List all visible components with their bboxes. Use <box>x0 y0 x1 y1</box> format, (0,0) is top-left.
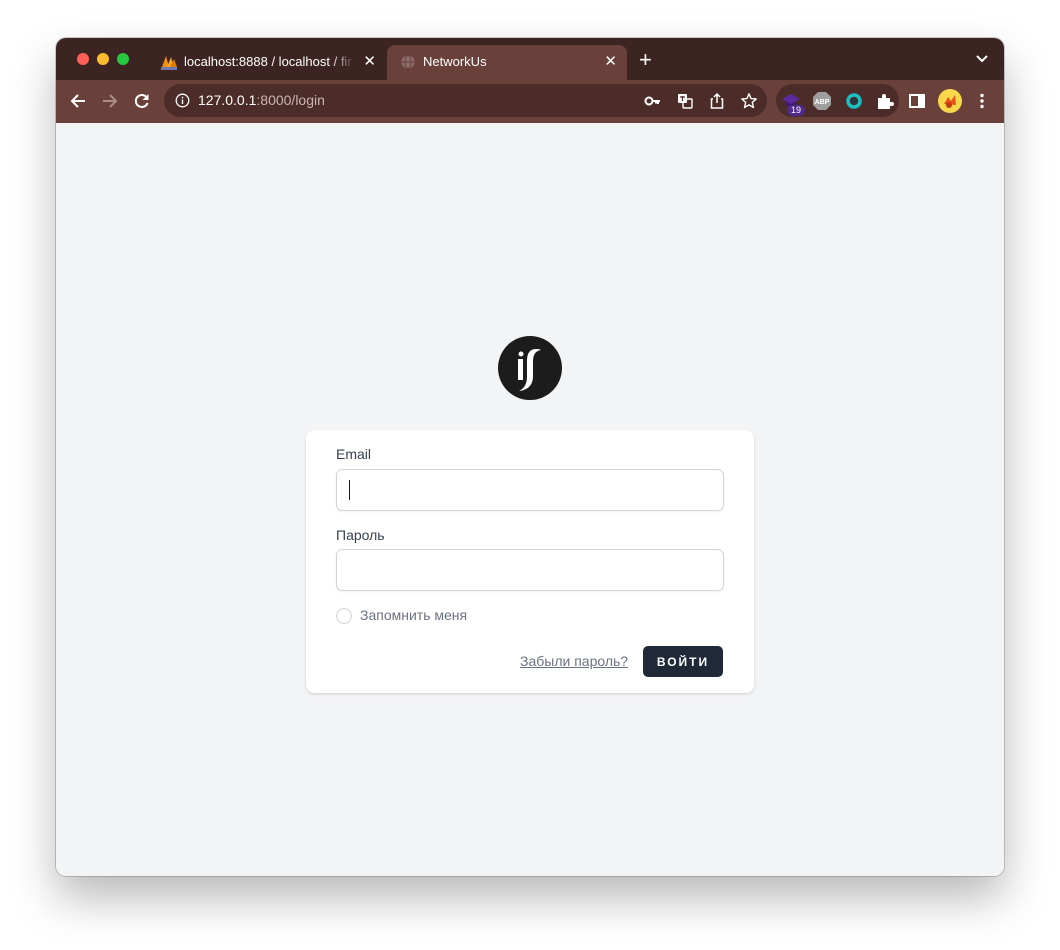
url-path: :8000/login <box>256 92 325 108</box>
share-icon[interactable] <box>708 92 726 110</box>
reload-icon[interactable] <box>132 91 152 111</box>
key-icon[interactable] <box>644 92 662 110</box>
translate-icon[interactable] <box>676 92 694 110</box>
zoom-window-button[interactable] <box>117 53 129 65</box>
forward-arrow-icon[interactable] <box>100 91 120 111</box>
globe-icon <box>401 55 415 69</box>
tab-strip: localhost:8888 / localhost / fir ✕ Netwo… <box>56 38 1004 80</box>
tab-search-chevron-icon[interactable] <box>976 54 988 64</box>
close-window-button[interactable] <box>77 53 89 65</box>
tab-phpmyadmin[interactable]: localhost:8888 / localhost / fir ✕ <box>154 45 386 80</box>
login-form: Email Пароль Запомнить меня Забыли парол… <box>306 430 754 693</box>
email-field[interactable] <box>336 469 724 511</box>
password-label: Пароль <box>336 527 385 543</box>
side-panel-icon[interactable] <box>908 92 926 110</box>
minimize-window-button[interactable] <box>97 53 109 65</box>
svg-text:ABP: ABP <box>815 99 830 106</box>
password-field[interactable] <box>336 549 724 591</box>
url-text: 127.0.0.1:8000/login <box>198 92 325 108</box>
puzzle-extensions-icon[interactable] <box>875 91 895 111</box>
remember-me-checkbox[interactable] <box>336 608 352 624</box>
bookmark-star-icon[interactable] <box>740 92 758 110</box>
address-bar[interactable]: 127.0.0.1:8000/login <box>164 84 767 117</box>
tab-close-icon[interactable]: ✕ <box>604 54 617 70</box>
url-host: 127.0.0.1 <box>198 92 257 108</box>
extension-badge: 19 <box>787 105 805 116</box>
adblock-plus-icon[interactable]: ABP <box>812 91 832 111</box>
ring-extension-icon[interactable] <box>844 91 864 111</box>
browser-window: localhost:8888 / localhost / fir ✕ Netwo… <box>56 38 1004 876</box>
text-caret <box>349 480 350 500</box>
phpmyadmin-icon <box>161 56 177 70</box>
back-arrow-icon[interactable] <box>68 91 88 111</box>
login-button[interactable]: ВОЙТИ <box>643 646 723 677</box>
profile-avatar[interactable] <box>938 89 962 113</box>
browser-toolbar: 127.0.0.1:8000/login ABP 19 <box>56 80 1004 123</box>
remember-me-label[interactable]: Запомнить меня <box>360 607 467 623</box>
page-content: Email Пароль Запомнить меня Забыли парол… <box>56 123 1004 876</box>
app-logo <box>498 336 562 400</box>
tab-title: NetworkUs <box>423 54 487 69</box>
tab-networkus[interactable]: NetworkUs ✕ <box>387 45 627 80</box>
site-info-icon[interactable] <box>175 93 190 108</box>
kebab-menu-icon[interactable] <box>973 92 991 110</box>
tab-title: localhost:8888 / localhost / fir <box>184 54 352 69</box>
tab-close-icon[interactable]: ✕ <box>363 54 376 70</box>
forgot-password-link[interactable]: Забыли пароль? <box>520 653 628 669</box>
avatar-icon <box>944 95 956 108</box>
email-label: Email <box>336 446 372 462</box>
new-tab-button[interactable]: + <box>639 49 652 71</box>
